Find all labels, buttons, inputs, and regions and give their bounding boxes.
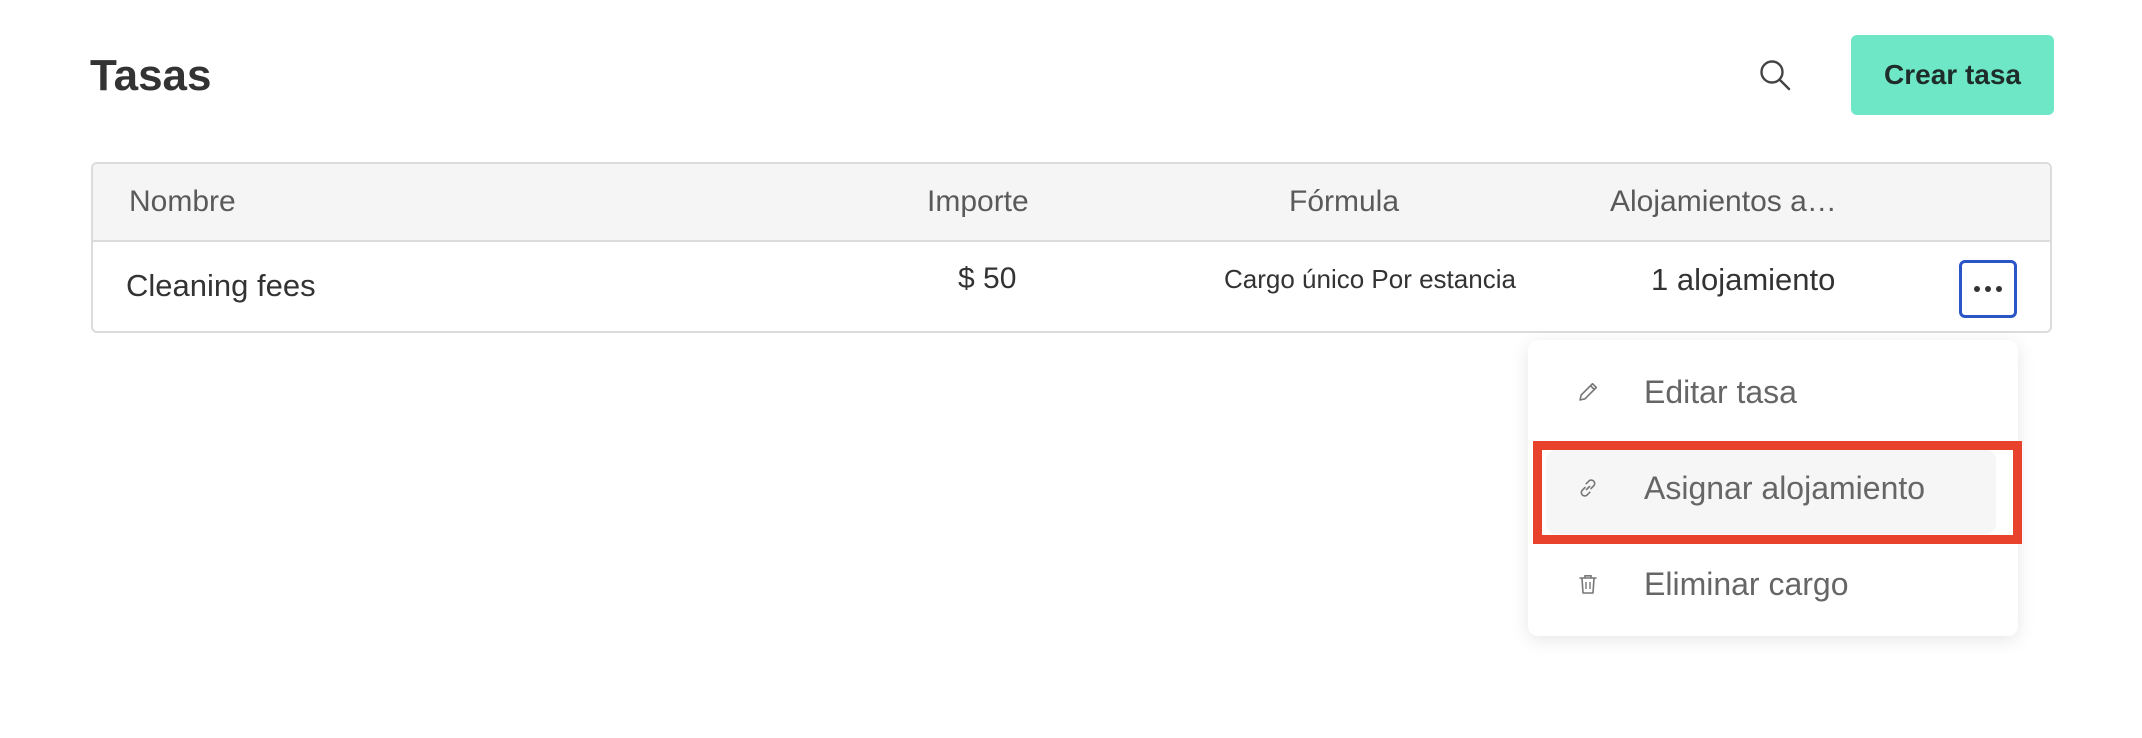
cell-importe: $ 50 xyxy=(958,262,1017,295)
link-icon xyxy=(1580,479,1596,497)
menu-item-assign-property[interactable]: Asignar alojamiento xyxy=(1528,448,2018,528)
menu-item-edit-fee[interactable]: Editar tasa xyxy=(1528,352,2018,432)
column-header-importe[interactable]: Importe xyxy=(927,164,1029,240)
search-icon xyxy=(1760,60,1791,91)
table-row[interactable]: Cleaning fees $ 50 Cargo único Por estan… xyxy=(93,242,2050,331)
cell-formula: Cargo único Por estancia xyxy=(1224,264,1516,294)
create-fee-button[interactable]: Crear tasa xyxy=(1851,35,2054,115)
page-title: Tasas xyxy=(90,51,212,100)
menu-item-label: Asignar alojamiento xyxy=(1644,470,1926,506)
column-header-nombre[interactable]: Nombre xyxy=(129,164,236,240)
trash-icon xyxy=(1579,575,1597,594)
table-header: Nombre Importe Fórmula Alojamientos a… xyxy=(93,164,2050,242)
page: Tasas Crear tasa Nombre Importe Fórmula … xyxy=(0,0,2142,738)
row-actions-menu: Editar tasa Asignar alojamiento Eliminar… xyxy=(1528,340,2018,636)
more-horizontal-icon xyxy=(1974,286,2002,292)
row-actions-button[interactable] xyxy=(1959,260,2017,318)
fees-table: Nombre Importe Fórmula Alojamientos a… C… xyxy=(91,162,2052,333)
menu-item-label: Editar tasa xyxy=(1644,374,1797,410)
pencil-icon xyxy=(1579,382,1598,401)
cell-alojamientos: 1 alojamiento xyxy=(1651,262,1836,297)
menu-item-delete-charge[interactable]: Eliminar cargo xyxy=(1528,544,2018,624)
search-button[interactable] xyxy=(1750,50,1800,100)
column-header-alojamientos[interactable]: Alojamientos a… xyxy=(1610,164,1837,240)
column-header-formula[interactable]: Fórmula xyxy=(1289,164,1399,240)
cell-nombre: Cleaning fees xyxy=(126,268,316,303)
menu-item-label: Eliminar cargo xyxy=(1644,566,1849,602)
